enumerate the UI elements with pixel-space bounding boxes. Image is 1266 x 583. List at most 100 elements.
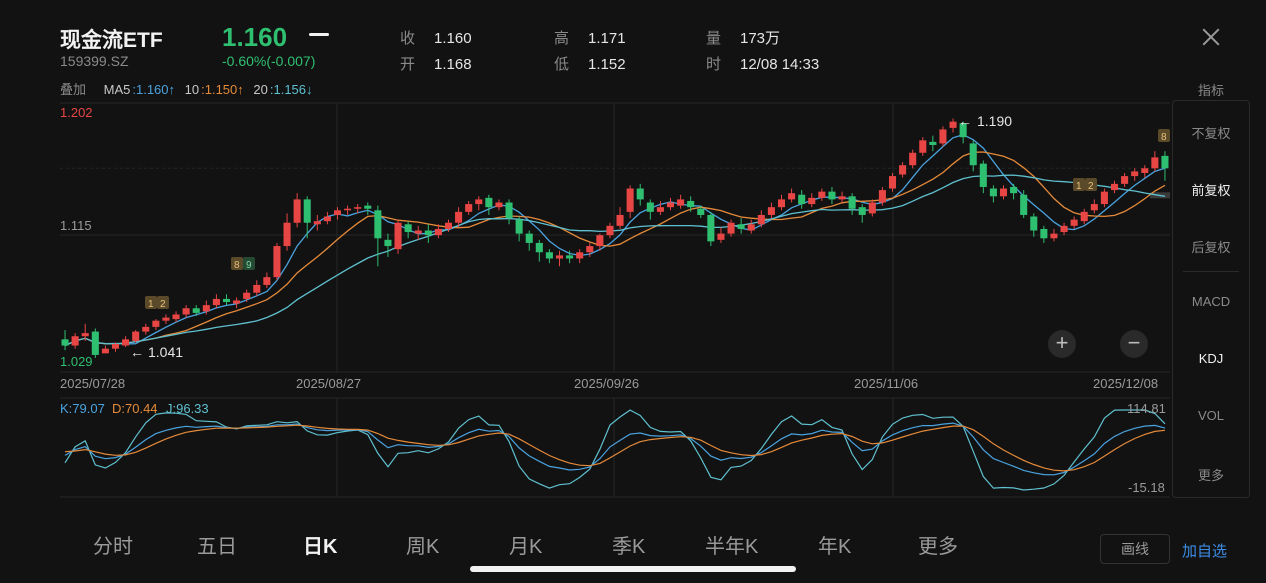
tab-intraday[interactable]: 分时 — [93, 530, 133, 559]
tab-more[interactable]: 更多 — [918, 530, 958, 559]
candle-body — [475, 199, 483, 205]
tab-monthly-k[interactable]: 月K — [509, 530, 542, 559]
candle — [555, 250, 564, 267]
candle-body — [989, 188, 997, 197]
candle-body — [727, 222, 735, 234]
candle — [364, 202, 372, 215]
kdj-d-label: D:70.44 — [112, 401, 158, 416]
candle-body — [1090, 204, 1098, 211]
high-annotation: ← 1.190 — [958, 113, 1012, 129]
ma10-line — [64, 151, 1166, 347]
badge-7: 2 — [1088, 181, 1094, 192]
candle — [283, 213, 291, 251]
candle — [798, 190, 806, 209]
candle-body — [969, 143, 977, 166]
candle-body — [374, 210, 382, 239]
candle — [323, 211, 331, 225]
candle — [313, 214, 321, 231]
badge-1: 1 — [148, 299, 154, 310]
tab-yearly-k[interactable]: 年K — [818, 530, 851, 559]
candle — [1161, 151, 1169, 181]
candle-body — [344, 208, 352, 211]
candle — [1121, 172, 1129, 187]
candle-body — [808, 197, 816, 205]
candle-body — [1020, 194, 1028, 215]
candle — [525, 230, 533, 251]
zoom-out-button[interactable]: − — [1120, 330, 1148, 358]
candle — [818, 188, 826, 201]
tab-weekly-k[interactable]: 周K — [406, 530, 439, 559]
tab-quarterly-k[interactable]: 季K — [612, 530, 645, 559]
kdj-k-line — [64, 422, 1166, 476]
low-arrow: ← — [130, 344, 144, 360]
candle-body — [182, 308, 190, 315]
candle-body — [545, 252, 553, 259]
candle-body — [626, 188, 634, 212]
candle-body — [535, 242, 543, 253]
candle-body — [1080, 211, 1088, 222]
candle-body — [899, 165, 907, 175]
tab-daily-k[interactable]: 日K — [303, 530, 337, 559]
candle — [414, 225, 422, 240]
candle — [253, 280, 261, 296]
candle — [899, 162, 907, 178]
candle-body — [868, 202, 876, 214]
candle-body — [1040, 228, 1048, 239]
candle — [545, 249, 553, 264]
candle-body — [162, 317, 170, 321]
candle — [515, 216, 523, 242]
candle — [989, 185, 997, 203]
candle-body — [586, 246, 594, 253]
kline-chart[interactable]: 1.202 1.115 1.029 ← 1.041 ← 1.190 1 2 8 … — [0, 0, 1266, 583]
period-tabs: 分时 五日 日K 周K 月K 季K 半年K 年K 更多 — [60, 530, 1060, 560]
indicator-macd-button[interactable]: MACD — [1173, 294, 1249, 309]
candle-body — [71, 336, 79, 346]
candle — [273, 242, 281, 281]
adjust-backward-button[interactable]: 后复权 — [1173, 237, 1249, 256]
indicator-more-button[interactable]: 更多 — [1173, 465, 1249, 484]
draw-line-button[interactable]: 画线 — [1100, 534, 1170, 564]
candle-body — [828, 191, 836, 200]
candle-body — [172, 314, 180, 320]
candle — [707, 211, 715, 247]
price-axis-mid: 1.115 — [60, 218, 92, 233]
candle-body — [303, 199, 311, 223]
tab-five-day[interactable]: 五日 — [197, 530, 237, 559]
candle-body — [333, 210, 342, 215]
adjust-none-button[interactable]: 不复权 — [1173, 123, 1249, 142]
candle-body — [888, 176, 897, 189]
candle — [233, 297, 241, 309]
kdj-j-label: J:96.33 — [166, 401, 209, 416]
candle — [757, 210, 765, 228]
candle — [152, 319, 160, 331]
candle — [475, 196, 483, 211]
candle — [808, 193, 816, 208]
tab-half-year-k[interactable]: 半年K — [705, 530, 758, 559]
candle — [122, 336, 130, 348]
candle — [929, 135, 937, 152]
add-watchlist-button[interactable]: 加自选 — [1182, 540, 1227, 561]
indicator-vol-button[interactable]: VOL — [1173, 408, 1249, 423]
candle — [626, 185, 634, 219]
candle-body — [91, 331, 99, 355]
candle-body — [848, 196, 856, 209]
indicator-kdj-button[interactable]: KDJ — [1173, 351, 1249, 366]
candle-body — [757, 214, 765, 225]
high-value-label: 1.190 — [977, 113, 1012, 129]
candle — [656, 200, 664, 215]
adjust-forward-button[interactable]: 前复权 — [1173, 180, 1249, 199]
high-arrow: ← — [958, 113, 972, 129]
candle — [979, 160, 987, 194]
candle-body — [838, 196, 846, 200]
candle — [162, 314, 170, 324]
candle-body — [455, 211, 463, 223]
date-label-1: 2025/07/28 — [60, 376, 125, 391]
candle-body — [384, 239, 392, 247]
candle — [142, 323, 150, 335]
zoom-in-button[interactable]: + — [1048, 330, 1076, 358]
candle — [182, 305, 190, 318]
candle-body — [818, 191, 826, 198]
candle-body — [485, 197, 493, 208]
candle-body — [777, 199, 786, 208]
candle-body — [949, 121, 957, 128]
